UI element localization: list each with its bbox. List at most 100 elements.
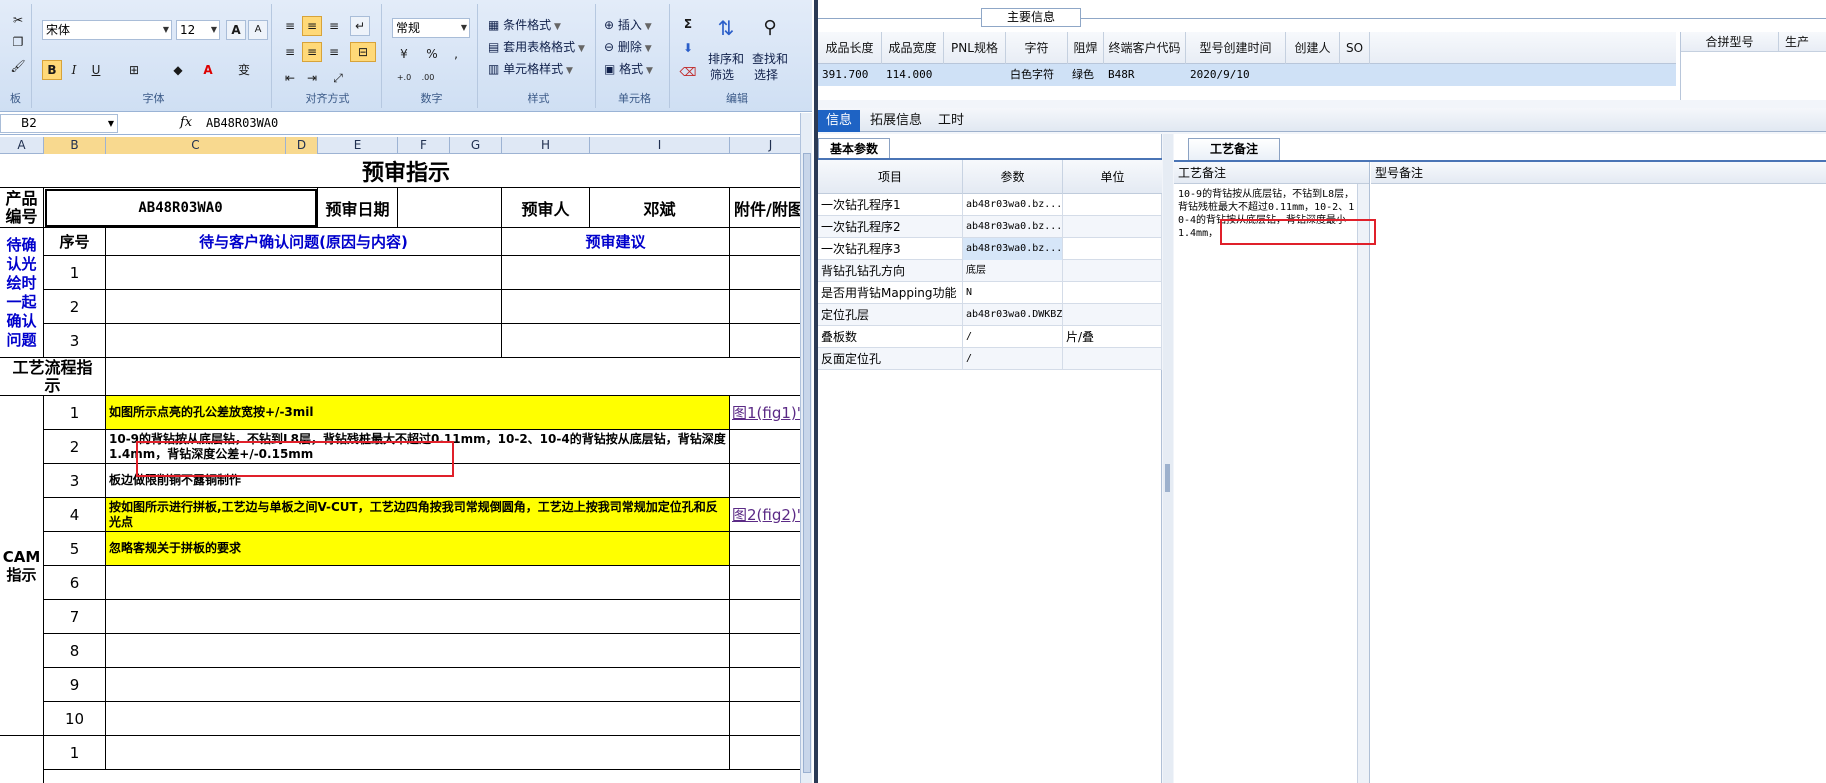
attachment-label[interactable]: 附件/附图	[730, 188, 800, 228]
conditional-format-button[interactable]: ▦ 条件格式 ▼	[488, 16, 561, 33]
formula-input[interactable]: AB48R03WA0	[206, 116, 278, 130]
underline-button[interactable]: U	[86, 60, 106, 80]
phonetic-button[interactable]: 变	[234, 60, 254, 80]
cam-attachment-cell[interactable]	[730, 566, 800, 600]
cam-attachment-link[interactable]: 图1(fig1)'	[730, 396, 800, 430]
craft-remarks-text[interactable]: 10-9的背钻按从底层钻，不钻到L8层，背钻残桩最大不超过0.11mm，10-2…	[1178, 188, 1356, 240]
increase-decimal-button[interactable]: +.0	[394, 68, 414, 88]
product-label[interactable]: 产品编号	[0, 188, 44, 228]
seq-header[interactable]: 序号	[44, 228, 106, 256]
review-date-value[interactable]	[398, 188, 502, 228]
cut-icon[interactable]: ✂	[8, 10, 28, 30]
main-table-cell[interactable]: 391.700	[818, 64, 882, 86]
params-row[interactable]: 定位孔层 ab48r03wa0.DWKBZ	[818, 304, 1162, 326]
craft-remarks-scrollbar[interactable]	[1357, 184, 1369, 783]
params-row[interactable]: 一次钻孔程序1 ab48r03wa0.bz...	[818, 194, 1162, 216]
insert-function-icon[interactable]: fx	[180, 115, 192, 130]
cam-instruction-cell[interactable]: 按如图所示进行拼板,工艺边与单板之间V-CUT，工艺边四角按我司常规倒圆角，工艺…	[106, 498, 730, 532]
main-table-cell[interactable]	[1340, 64, 1370, 86]
column-header-f[interactable]: F	[398, 137, 450, 154]
cam-attachment-cell[interactable]	[730, 702, 800, 736]
main-table-header-cell[interactable]: 成品宽度	[882, 32, 944, 64]
params-row[interactable]: 一次钻孔程序3 ab48r03wa0.bz...	[818, 238, 1162, 260]
pending-row-no[interactable]: 1	[44, 256, 106, 290]
tab-work-hours[interactable]: 工时	[930, 110, 972, 132]
main-table-row[interactable]: 391.700 114.000 白色字符 绿色 B48R 2020/9/10	[818, 64, 1676, 86]
autosum-button[interactable]: Σ	[678, 14, 698, 34]
suggestion-header[interactable]: 预审建议	[502, 228, 730, 256]
font-color-button[interactable]: A	[198, 60, 218, 80]
next-row-no[interactable]: 1	[44, 736, 106, 770]
cam-attachment-cell[interactable]	[730, 532, 800, 566]
cam-row-no[interactable]: 2	[44, 430, 106, 464]
cam-instruction-cell[interactable]	[106, 566, 730, 600]
main-table-header-cell[interactable]: PNL规格	[944, 32, 1006, 64]
increase-indent-icon[interactable]: ⇥	[302, 68, 322, 88]
pending-question-cell[interactable]	[106, 290, 502, 324]
bold-button[interactable]: B	[42, 60, 62, 80]
main-table-header-cell[interactable]: 型号创建时间	[1186, 32, 1286, 64]
cam-instruction-cell[interactable]: 忽略客规关于拼板的要求	[106, 532, 730, 566]
number-format-combo[interactable]: 常规 ▼	[392, 18, 470, 38]
cell-style-button[interactable]: ▥ 单元格样式 ▼	[488, 60, 573, 77]
align-left-icon[interactable]: ≡	[280, 42, 300, 62]
main-info-title[interactable]: 主要信息	[981, 8, 1081, 27]
vertical-scrollbar[interactable]	[800, 113, 812, 783]
fill-icon[interactable]: ⬇	[678, 38, 698, 58]
find-select-label-1[interactable]: 查找和	[752, 50, 788, 67]
cam-instruction-cell[interactable]	[106, 634, 730, 668]
pending-row-no[interactable]: 3	[44, 324, 106, 358]
decrease-indent-icon[interactable]: ⇤	[280, 68, 300, 88]
align-top-icon[interactable]: ≡	[280, 16, 300, 36]
cam-row-no[interactable]: 5	[44, 532, 106, 566]
find-select-label-2[interactable]: 选择	[754, 66, 778, 83]
main-table-cell[interactable]: B48R	[1104, 64, 1186, 86]
main-table-cell[interactable]: 114.000	[882, 64, 944, 86]
cam-row-no[interactable]: 4	[44, 498, 106, 532]
percent-button[interactable]: %	[422, 44, 442, 64]
cam-instruction-cell[interactable]	[106, 702, 730, 736]
pending-question-cell[interactable]	[106, 324, 502, 358]
cam-row-no[interactable]: 10	[44, 702, 106, 736]
cam-row-no[interactable]: 3	[44, 464, 106, 498]
column-header-a[interactable]: A	[0, 137, 44, 154]
tab-extended-info[interactable]: 拓展信息	[862, 110, 930, 132]
splitter-grip[interactable]	[1165, 464, 1170, 492]
pending-question-cell[interactable]	[106, 256, 502, 290]
orientation-icon[interactable]: ⤢	[328, 68, 348, 88]
process-value-cell[interactable]	[106, 358, 800, 396]
cam-row-no[interactable]: 1	[44, 396, 106, 430]
pending-row-no[interactable]: 2	[44, 290, 106, 324]
params-row[interactable]: 一次钻孔程序2 ab48r03wa0.bz...	[818, 216, 1162, 238]
shrink-font-button[interactable]: A	[248, 20, 268, 40]
main-table-header-cell[interactable]: SO	[1340, 32, 1370, 64]
next-row-attachment[interactable]	[730, 736, 800, 770]
cam-row-no[interactable]: 9	[44, 668, 106, 702]
column-header-e[interactable]: E	[318, 137, 398, 154]
insert-button[interactable]: ⊕ 插入 ▼	[604, 16, 652, 33]
product-code-cell[interactable]: AB48R03WA0	[44, 188, 318, 228]
cam-instruction-cell[interactable]	[106, 600, 730, 634]
italic-button[interactable]: I	[64, 60, 84, 80]
column-header-d[interactable]: D	[286, 137, 318, 154]
font-size-combo[interactable]: 12 ▼	[176, 20, 220, 40]
params-row[interactable]: 反面定位孔 /	[818, 348, 1162, 370]
cam-instruction-cell[interactable]: 10-9的背钻按从底层钻，不钻到L8层，背钻残桩最大不超过0.11mm，10-2…	[106, 430, 730, 464]
delete-button[interactable]: ⊖ 删除 ▼	[604, 38, 652, 55]
cam-attachment-cell[interactable]	[730, 634, 800, 668]
attachment-cell[interactable]	[730, 228, 800, 256]
column-header-c[interactable]: C	[106, 137, 286, 154]
wrap-text-icon[interactable]: ↵	[350, 16, 370, 36]
main-table-cell[interactable]: 绿色	[1068, 64, 1104, 86]
cam-attachment-link[interactable]: 图2(fig2)'	[730, 498, 800, 532]
align-middle-icon[interactable]: ≡	[302, 16, 322, 36]
main-table-header-cell[interactable]: 成品长度	[818, 32, 882, 64]
cam-row-no[interactable]: 7	[44, 600, 106, 634]
pending-suggestion-cell[interactable]	[502, 324, 730, 358]
format-painter-icon[interactable]: 🖌	[8, 56, 28, 76]
sort-filter-icon[interactable]: ⇅	[712, 14, 740, 42]
pending-attachment-cell[interactable]	[730, 324, 800, 358]
font-name-combo[interactable]: 宋体 ▼	[42, 20, 172, 40]
main-table-cell[interactable]	[1286, 64, 1340, 86]
merge-center-icon[interactable]: ⊟	[350, 42, 376, 62]
